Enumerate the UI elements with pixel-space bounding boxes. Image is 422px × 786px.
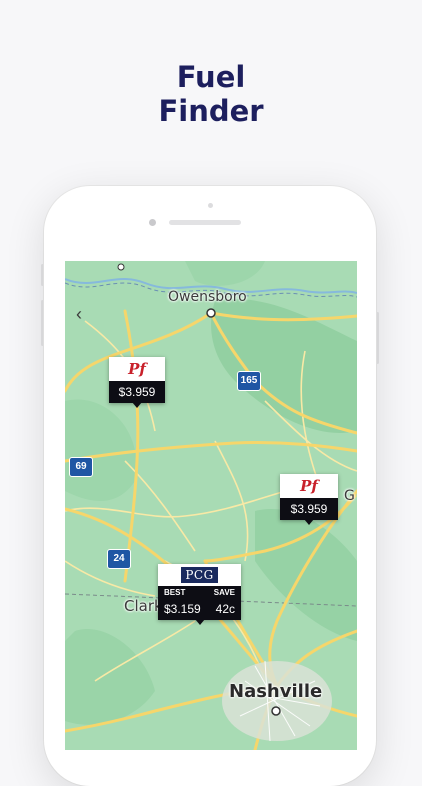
- save-label: SAVE: [213, 588, 235, 597]
- pcg-logo-text: PCG: [181, 567, 218, 583]
- headline-line-1: Fuel: [176, 60, 246, 94]
- headline: Fuel Finder: [0, 60, 422, 128]
- front-camera: [149, 219, 156, 226]
- chevron-left-icon[interactable]: ‹: [76, 304, 82, 324]
- pin-pointer: [304, 519, 314, 525]
- map-screen[interactable]: ‹ Owensboro Clark Nashville G 165 69 24 …: [65, 261, 357, 750]
- station-price: $3.959: [109, 381, 165, 403]
- best-price-pin[interactable]: PCG BEST SAVE $3.159 42c: [158, 564, 241, 625]
- best-price: $3.159: [164, 602, 201, 616]
- interstate-shield-165: 165: [237, 371, 261, 391]
- station-price: $3.959: [280, 498, 338, 520]
- city-label-nashville: Nashville: [229, 681, 323, 702]
- pin-pointer: [194, 619, 205, 625]
- city-label-clark: Clark: [124, 597, 163, 615]
- station-pin[interactable]: Pf $3.959: [280, 474, 338, 525]
- brand-logo-icon: Pf: [300, 477, 318, 495]
- pin-pointer: [132, 402, 142, 408]
- brand-logo-icon: Pf: [128, 360, 146, 378]
- phone-side-button-right: [376, 312, 379, 364]
- interstate-shield-69: 69: [69, 457, 93, 477]
- headline-line-2: Finder: [158, 94, 264, 128]
- city-label-edge: G: [344, 488, 355, 504]
- best-price-box: BEST SAVE $3.159 42c: [158, 586, 241, 620]
- phone-sensor: [208, 203, 213, 208]
- pcg-logo-icon: PCG: [158, 564, 241, 586]
- city-label-owensboro: Owensboro: [168, 289, 247, 305]
- interstate-shield-24: 24: [107, 549, 131, 569]
- back-button[interactable]: ‹: [69, 303, 89, 325]
- phone-speaker: [169, 220, 241, 225]
- savings-value: 42c: [215, 602, 235, 616]
- station-pin[interactable]: Pf $3.959: [109, 357, 165, 408]
- best-label: BEST: [164, 588, 186, 597]
